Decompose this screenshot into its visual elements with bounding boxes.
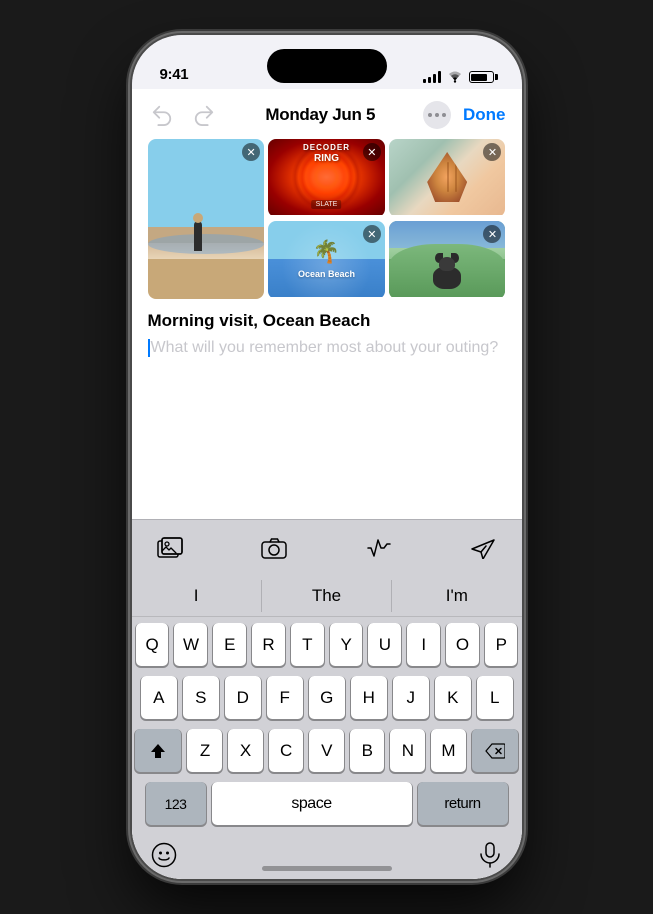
predictive-item-1[interactable]: I	[132, 580, 262, 612]
key-k[interactable]: K	[435, 676, 471, 719]
photo-grid: ✕ DECODER RING SLATE ✕	[132, 139, 522, 311]
status-time: 9:41	[160, 66, 189, 83]
undo-button[interactable]	[148, 101, 176, 129]
dynamic-island	[267, 49, 387, 83]
screen: 9:41	[132, 35, 522, 879]
remove-photo-decoder[interactable]: ✕	[363, 143, 381, 161]
camera-button[interactable]	[256, 530, 292, 566]
more-button[interactable]	[423, 101, 451, 129]
photo-ocean-beach[interactable]: 🌴 Ocean Beach ✕	[268, 221, 385, 299]
journal-placeholder[interactable]: What will you remember most about your o…	[148, 337, 506, 359]
toolbar: Monday Jun 5 Done	[132, 89, 522, 139]
toolbar-right: Done	[423, 101, 506, 129]
key-a[interactable]: A	[141, 676, 177, 719]
key-y[interactable]: Y	[330, 623, 363, 666]
predictive-bar: I The I'm	[132, 576, 522, 617]
photo-shell[interactable]: ✕	[389, 139, 506, 217]
keyboard-row-4: 123 space return	[136, 782, 518, 825]
keyboard-row-3: Z X C V B N M	[136, 729, 518, 772]
battery-icon	[469, 71, 494, 83]
toolbar-left	[148, 101, 218, 129]
wifi-icon	[447, 71, 463, 83]
signal-icon	[423, 71, 441, 83]
key-m[interactable]: M	[431, 729, 466, 772]
photo-beach[interactable]: ✕	[148, 139, 265, 299]
more-dot	[435, 113, 439, 117]
numbers-key[interactable]: 123	[146, 782, 206, 825]
key-p[interactable]: P	[485, 623, 518, 666]
keyboard-toolbar	[132, 519, 522, 576]
palm-icon: 🌴	[313, 239, 340, 265]
keyboard-row-1: Q W E R T Y U I O P	[136, 623, 518, 666]
key-o[interactable]: O	[446, 623, 479, 666]
emoji-button[interactable]	[146, 837, 182, 873]
more-dot	[442, 113, 446, 117]
key-i[interactable]: I	[407, 623, 440, 666]
key-b[interactable]: B	[350, 729, 385, 772]
key-f[interactable]: F	[267, 676, 303, 719]
key-x[interactable]: X	[228, 729, 263, 772]
decoder-slate: SLATE	[312, 200, 342, 209]
key-l[interactable]: L	[477, 676, 513, 719]
key-z[interactable]: Z	[187, 729, 222, 772]
home-indicator	[262, 866, 392, 871]
more-dot	[428, 113, 432, 117]
key-e[interactable]: E	[213, 623, 246, 666]
key-t[interactable]: T	[291, 623, 324, 666]
key-s[interactable]: S	[183, 676, 219, 719]
text-cursor	[148, 339, 150, 357]
key-d[interactable]: D	[225, 676, 261, 719]
toolbar-title: Monday Jun 5	[265, 105, 375, 125]
predictive-item-2[interactable]: The	[262, 580, 392, 612]
done-button[interactable]: Done	[463, 105, 506, 125]
photo-decoder[interactable]: DECODER RING SLATE ✕	[268, 139, 385, 217]
phone-frame: 9:41	[132, 35, 522, 879]
key-v[interactable]: V	[309, 729, 344, 772]
key-r[interactable]: R	[252, 623, 285, 666]
journal-title: Morning visit, Ocean Beach	[148, 311, 506, 331]
microphone-button[interactable]	[472, 837, 508, 873]
space-key[interactable]: space	[212, 782, 412, 825]
key-j[interactable]: J	[393, 676, 429, 719]
shift-key[interactable]	[135, 729, 181, 772]
journal-area[interactable]: Morning visit, Ocean Beach What will you…	[132, 311, 522, 519]
key-w[interactable]: W	[174, 623, 207, 666]
key-n[interactable]: N	[390, 729, 425, 772]
redo-button[interactable]	[190, 101, 218, 129]
keyboard: Q W E R T Y U I O P A S D F G	[132, 617, 522, 879]
key-g[interactable]: G	[309, 676, 345, 719]
keyboard-row-2: A S D F G H J K L	[136, 676, 518, 719]
key-h[interactable]: H	[351, 676, 387, 719]
app-content: Monday Jun 5 Done	[132, 89, 522, 879]
key-c[interactable]: C	[269, 729, 304, 772]
key-q[interactable]: Q	[136, 623, 169, 666]
audio-button[interactable]	[361, 530, 397, 566]
key-u[interactable]: U	[368, 623, 401, 666]
remove-photo-ocean-beach[interactable]: ✕	[363, 225, 381, 243]
photo-library-button[interactable]	[152, 530, 188, 566]
predictive-item-3[interactable]: I'm	[392, 580, 521, 612]
status-icons	[423, 71, 494, 83]
delete-key[interactable]	[472, 729, 518, 772]
photo-dog[interactable]: ✕	[389, 221, 506, 299]
ocean-beach-label: Ocean Beach	[298, 269, 355, 280]
send-button[interactable]	[465, 530, 501, 566]
return-key[interactable]: return	[418, 782, 508, 825]
